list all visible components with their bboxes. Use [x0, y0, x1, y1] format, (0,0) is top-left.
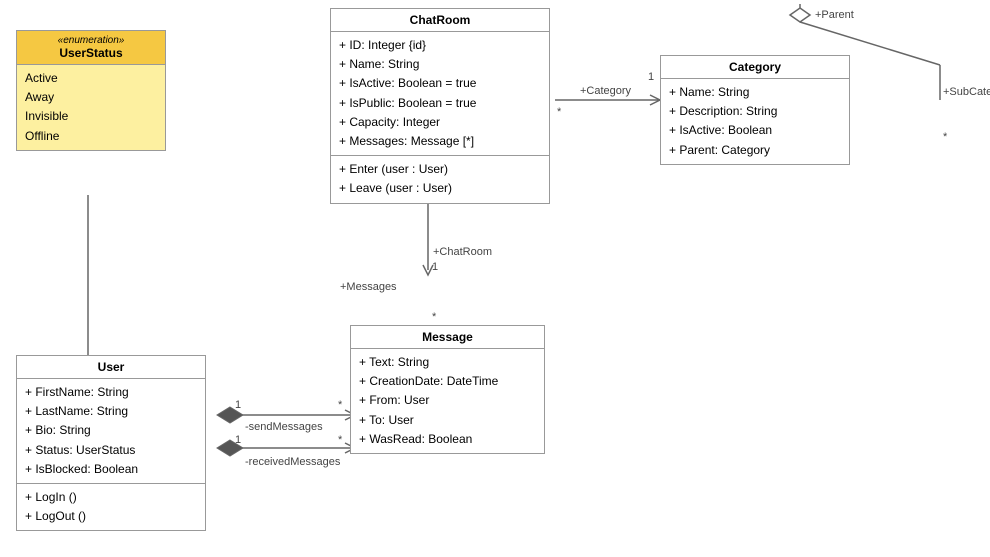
message-attr-4: + WasRead: Boolean — [359, 430, 536, 449]
category-attr-2: + IsActive: Boolean — [669, 121, 841, 140]
chatroom-attr-0: + ID: Integer {id} — [339, 36, 541, 55]
enum-value-away: Away — [25, 88, 157, 107]
enum-value-offline: Offline — [25, 127, 157, 146]
user-attr-2: + Bio: String — [25, 421, 197, 440]
user-status-header: «enumeration» UserStatus — [17, 31, 165, 65]
chatroom-attr-2: + IsActive: Boolean = true — [339, 74, 541, 93]
chatroom-message-label: +ChatRoom — [433, 246, 492, 258]
chatroom-method-0: + Enter (user : User) — [339, 160, 541, 179]
enum-value-invisible: Invisible — [25, 107, 157, 126]
chatroom-name: ChatRoom — [410, 13, 471, 27]
message-attr-3: + To: User — [359, 411, 536, 430]
chatroom-attr-3: + IsPublic: Boolean = true — [339, 94, 541, 113]
chatroom-attr-4: + Capacity: Integer — [339, 113, 541, 132]
category-attr-0: + Name: String — [669, 83, 841, 102]
chatroom-attributes: + ID: Integer {id} + Name: String + IsAc… — [331, 32, 549, 156]
message-attr-0: + Text: String — [359, 353, 536, 372]
messages-mult: * — [432, 311, 437, 323]
category-attr-3: + Parent: Category — [669, 141, 841, 160]
category-parent-label: +Parent — [815, 9, 854, 21]
user-methods: + LogIn () + LogOut () — [17, 484, 205, 530]
messages-label: +Messages — [340, 281, 397, 293]
message-name: Message — [422, 330, 473, 344]
user-header: User — [17, 356, 205, 379]
category-subcategories-mult: * — [943, 131, 948, 143]
message-box: Message + Text: String + CreationDate: D… — [350, 325, 545, 454]
user-send-mult1: 1 — [235, 399, 241, 411]
chatroom-header: ChatRoom — [331, 9, 549, 32]
user-attr-3: + Status: UserStatus — [25, 441, 197, 460]
category-box: Category + Name: String + Description: S… — [660, 55, 850, 165]
user-status-stereotype: «enumeration» — [25, 35, 157, 46]
category-header: Category — [661, 56, 849, 79]
user-send-mult2: * — [338, 399, 343, 411]
recv-messages-label: -receivedMessages — [245, 456, 341, 468]
message-header: Message — [351, 326, 544, 349]
chatroom-box: ChatRoom + ID: Integer {id} + Name: Stri… — [330, 8, 550, 204]
message-attributes: + Text: String + CreationDate: DateTime … — [351, 349, 544, 453]
enum-value-active: Active — [25, 69, 157, 88]
chatroom-attr-5: + Messages: Message [*] — [339, 132, 541, 151]
user-recv-mult2: * — [338, 434, 343, 446]
chatroom-category-label: +Category — [580, 85, 632, 97]
user-status-box: «enumeration» UserStatus Active Away Inv… — [16, 30, 166, 151]
category-name: Category — [729, 60, 781, 74]
user-attributes: + FirstName: String + LastName: String +… — [17, 379, 205, 484]
message-attr-2: + From: User — [359, 391, 536, 410]
user-name: User — [98, 360, 125, 374]
category-attributes: + Name: String + Description: String + I… — [661, 79, 849, 164]
user-attr-0: + FirstName: String — [25, 383, 197, 402]
user-box: User + FirstName: String + LastName: Str… — [16, 355, 206, 531]
user-method-0: + LogIn () — [25, 488, 197, 507]
chatroom-category-mult-right: 1 — [648, 71, 654, 83]
user-attr-4: + IsBlocked: Boolean — [25, 460, 197, 479]
chatroom-attr-1: + Name: String — [339, 55, 541, 74]
chatroom-category-mult-left: * — [557, 106, 562, 118]
category-subcategories-label: +SubCategories — [943, 86, 990, 98]
user-attr-1: + LastName: String — [25, 402, 197, 421]
chatroom-method-1: + Leave (user : User) — [339, 179, 541, 198]
chatroom-methods: + Enter (user : User) + Leave (user : Us… — [331, 156, 549, 202]
category-attr-1: + Description: String — [669, 102, 841, 121]
user-recv-mult1: 1 — [235, 434, 241, 446]
user-method-1: + LogOut () — [25, 507, 197, 526]
user-status-name: UserStatus — [59, 46, 122, 60]
send-messages-label: -sendMessages — [245, 421, 323, 433]
chatroom-message-mult1: 1 — [432, 261, 438, 273]
diagram-container: +Category * 1 +Parent +SubCategories * +… — [0, 0, 990, 557]
user-status-values: Active Away Invisible Offline — [17, 65, 165, 150]
message-attr-1: + CreationDate: DateTime — [359, 372, 536, 391]
